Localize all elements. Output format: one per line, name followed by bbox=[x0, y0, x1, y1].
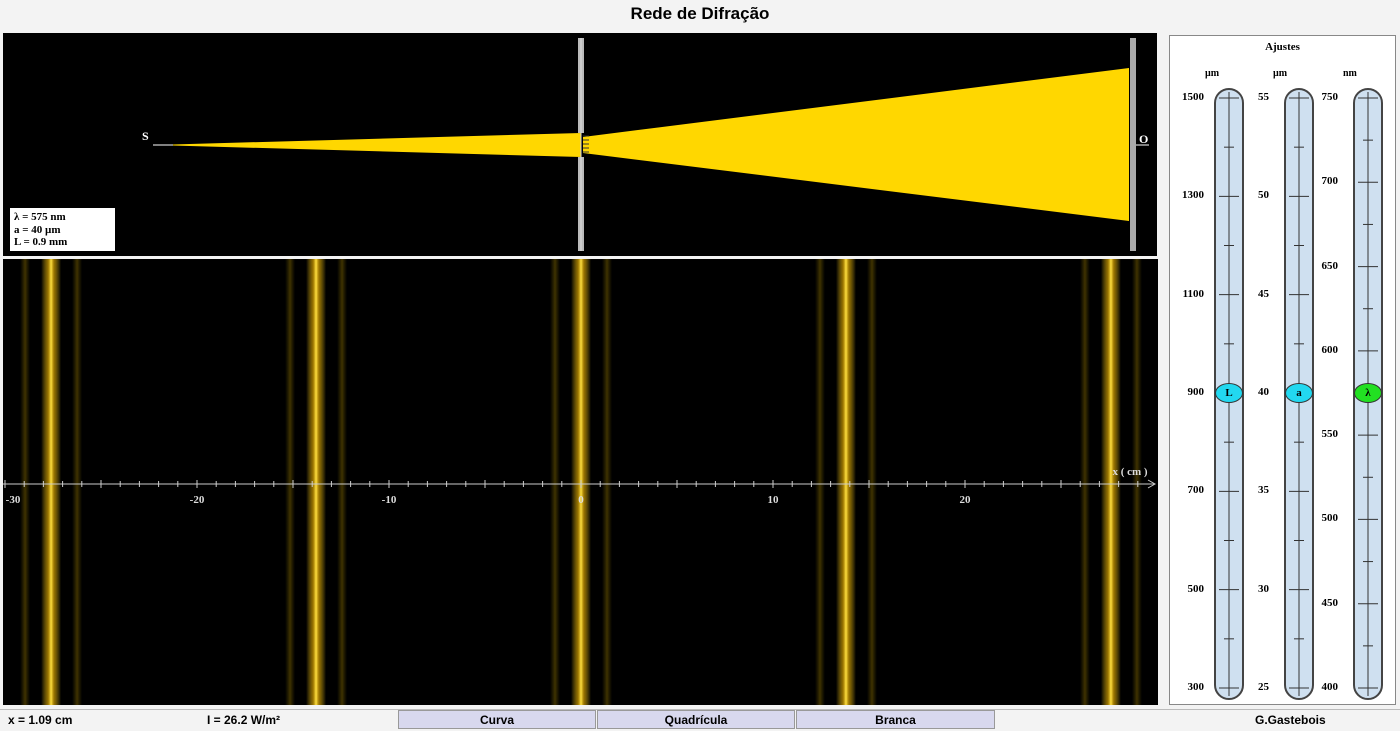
axis-label: x ( cm ) bbox=[1112, 466, 1147, 478]
incident-beam bbox=[155, 133, 581, 157]
slider-a-label: 45 bbox=[1258, 287, 1269, 300]
slider-L-label: 1100 bbox=[1182, 287, 1204, 300]
x-readout: x = 1.09 cm bbox=[8, 713, 73, 727]
slider-a-label: 25 bbox=[1258, 681, 1269, 693]
lambda-readout: λ = 575 nm bbox=[14, 211, 66, 223]
slider-lambda-label: 750 bbox=[1321, 91, 1339, 103]
intensity-readout: I = 26.2 W/m² bbox=[207, 713, 281, 727]
author-credit: G.Gastebois bbox=[1255, 713, 1326, 727]
slider-L-label: 500 bbox=[1187, 582, 1205, 595]
slider-a-knob[interactable]: a bbox=[1285, 383, 1313, 403]
axis-tick-label: 0 bbox=[578, 494, 584, 506]
slider-lambda-label: 400 bbox=[1321, 681, 1339, 693]
fringe-side-lobe bbox=[285, 259, 296, 705]
slider-lambda-unit: nm bbox=[1343, 68, 1357, 79]
a-readout: a = 40 µm bbox=[14, 223, 61, 236]
fringe-side-lobe bbox=[20, 259, 31, 705]
slider-L-label: 1500 bbox=[1182, 91, 1204, 103]
screen bbox=[1130, 38, 1136, 251]
pattern-canvas[interactable]: -30 -20 -10 0 10 20 x ( cm ) bbox=[3, 259, 1158, 705]
slider-a-label: 40 bbox=[1258, 386, 1269, 398]
diffracted-beam bbox=[583, 68, 1129, 221]
slider-L-unit: µm bbox=[1205, 68, 1220, 79]
bright-fringe bbox=[306, 259, 327, 705]
observer-label: O bbox=[1139, 132, 1149, 146]
grid-button[interactable]: Quadrícula bbox=[597, 710, 795, 729]
setup-diagram bbox=[153, 38, 1149, 251]
axis-tick-label: -10 bbox=[382, 494, 397, 506]
parameter-readout: λ = 575 nm a = 40 µm L = 0.9 mm bbox=[10, 208, 115, 251]
slider-lambda-knob[interactable]: λ bbox=[1354, 383, 1382, 403]
settings-panel: Ajustes µm µm nm 1500 1300 1100 900 700 500 30… bbox=[1169, 35, 1396, 705]
slider-a-label: 50 bbox=[1258, 189, 1269, 202]
L-readout: L = 0.9 mm bbox=[14, 236, 68, 248]
slider-L-label: 1300 bbox=[1182, 189, 1204, 202]
bright-fringe bbox=[41, 259, 62, 705]
slider-a-label: 35 bbox=[1258, 484, 1269, 497]
fringe-side-lobe bbox=[1079, 259, 1090, 705]
white-light-button[interactable]: Branca bbox=[796, 710, 995, 729]
source-label: S bbox=[142, 129, 149, 143]
slider-lambda-label: 700 bbox=[1321, 175, 1339, 188]
slider-L-label: 900 bbox=[1187, 386, 1205, 398]
curve-button[interactable]: Curva bbox=[398, 710, 596, 729]
axis-tick-label: 10 bbox=[768, 494, 780, 506]
page-title: Rede de Difração bbox=[630, 4, 770, 23]
fringe-side-lobe bbox=[72, 259, 83, 705]
slider-L-label: 700 bbox=[1187, 484, 1205, 497]
axis-tick-label: -20 bbox=[190, 494, 205, 506]
bright-fringe bbox=[835, 259, 856, 705]
slider-lambda-label: 500 bbox=[1321, 512, 1339, 525]
fringe-side-lobe bbox=[1131, 259, 1142, 705]
slider-L-label: 300 bbox=[1187, 681, 1205, 693]
interference-pattern[interactable]: -30 -20 -10 0 10 20 x ( cm ) bbox=[3, 259, 1158, 705]
slider-a-label: 55 bbox=[1258, 91, 1269, 103]
slider-a-label: 30 bbox=[1258, 582, 1269, 595]
slider-a-unit: µm bbox=[1273, 68, 1288, 79]
settings-title: Ajustes bbox=[1265, 41, 1300, 53]
slider-lambda-label: 450 bbox=[1321, 596, 1339, 609]
fringe-side-lobe bbox=[814, 259, 825, 705]
slider-lambda-label: 550 bbox=[1321, 428, 1339, 441]
axis-tick-label: 20 bbox=[960, 494, 972, 506]
fringe-side-lobe bbox=[337, 259, 348, 705]
slider-lambda-label: 650 bbox=[1321, 259, 1339, 272]
status-bar: x = 1.09 cm I = 26.2 W/m² Curva Quadrícu… bbox=[0, 709, 1400, 731]
axis-tick-label: -30 bbox=[6, 494, 21, 506]
fringe-side-lobe bbox=[866, 259, 877, 705]
setup-view: S O λ = 575 nm a = 40 µm L = 0.9 mm bbox=[3, 33, 1157, 256]
slider-L-knob[interactable]: L bbox=[1215, 383, 1243, 403]
fringe-side-lobe bbox=[602, 259, 612, 705]
fringe-side-lobe bbox=[550, 259, 560, 705]
slider-lambda-label: 600 bbox=[1321, 343, 1339, 356]
bright-fringe bbox=[1100, 259, 1121, 705]
